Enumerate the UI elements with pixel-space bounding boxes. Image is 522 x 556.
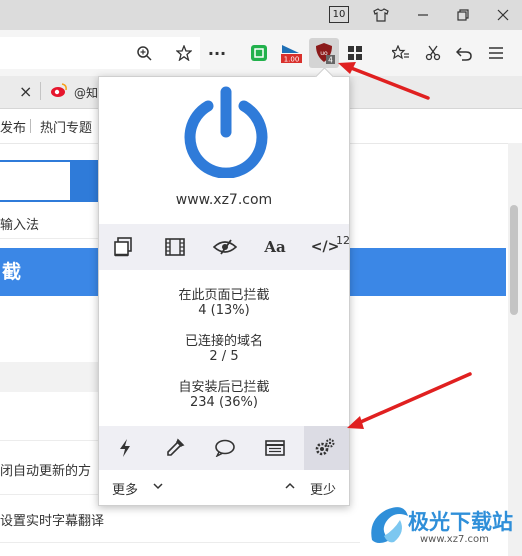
svg-text:4: 4 — [328, 56, 333, 65]
blocked-on-page-label: 在此页面已拦截 — [178, 288, 270, 303]
green-book-icon[interactable] — [246, 40, 272, 66]
page-text-line[interactable]: 设置实时字幕翻译 — [0, 510, 104, 529]
eye-slash-icon[interactable] — [212, 234, 238, 260]
star-icon[interactable] — [171, 40, 197, 66]
power-switch-icon[interactable] — [180, 86, 272, 178]
ublock-icon[interactable]: uo 4 — [309, 38, 339, 68]
restore-icon[interactable] — [452, 0, 474, 30]
chevron-down-icon[interactable] — [152, 480, 164, 495]
watermark: 极光下载站 www.xz7.com — [360, 498, 520, 554]
divider — [0, 542, 360, 543]
code-icon[interactable]: </> — [311, 234, 340, 260]
bookmark-divider — [30, 119, 31, 133]
tab-close-button[interactable]: × — [19, 82, 32, 101]
element-zapper-icon[interactable] — [110, 234, 136, 260]
less-button[interactable]: 更少 — [310, 479, 336, 498]
more-icon[interactable]: ··· — [204, 40, 230, 66]
zoom-icon[interactable] — [131, 40, 157, 66]
divider — [0, 440, 98, 441]
settings-gears-icon[interactable] — [312, 436, 338, 460]
blocked-since-install-label: 自安装后已拦截 — [178, 380, 270, 395]
undo-icon[interactable] — [451, 40, 477, 66]
media-filmstrip-icon[interactable] — [162, 234, 188, 260]
tab-divider — [40, 82, 41, 100]
close-icon[interactable] — [492, 0, 514, 30]
watermark-url: www.xz7.com — [420, 534, 489, 545]
page-text-line: 输入法 — [0, 218, 40, 233]
tab-label[interactable]: @知 — [74, 84, 98, 101]
blocked-on-page-value: 4 (13%) — [198, 303, 250, 318]
lightning-icon[interactable] — [112, 436, 138, 460]
watermark-brand: 极光下载站 — [408, 510, 513, 534]
address-bar[interactable] — [0, 37, 200, 69]
title-bar: 10 — [0, 0, 522, 30]
apps-grid-icon[interactable] — [342, 40, 368, 66]
scrollbar-thumb[interactable] — [510, 205, 518, 315]
domains-connected-label: 已连接的域名 — [184, 334, 263, 349]
bookmark-item[interactable]: 热门专题 — [40, 117, 92, 136]
bookmark-item[interactable]: 发布 — [0, 117, 26, 136]
page-blue-banner[interactable]: 截 — [0, 248, 98, 296]
page-search-input[interactable] — [0, 160, 72, 202]
scissors-icon[interactable] — [420, 40, 446, 66]
weibo-icon — [50, 82, 68, 102]
speed-badge-icon[interactable]: 1.00 — [278, 40, 304, 66]
more-button[interactable]: 更多 — [112, 479, 138, 498]
annotation-arrow-bottom — [347, 372, 472, 429]
page-blue-banner-right — [350, 248, 506, 296]
speech-bubble-icon[interactable] — [212, 436, 238, 460]
list-icon[interactable] — [262, 436, 288, 460]
chevron-up-icon[interactable] — [284, 480, 296, 495]
script-count: 12 — [336, 234, 350, 247]
blocked-since-install-value: 234 (36%) — [190, 395, 258, 410]
eyedropper-icon[interactable] — [162, 436, 188, 460]
font-icon[interactable]: Aa — [262, 234, 288, 260]
page-gray-row — [0, 362, 98, 392]
divider — [0, 238, 98, 239]
domains-connected-value: 2 / 5 — [209, 349, 239, 364]
minimize-icon[interactable] — [412, 0, 434, 30]
shirt-icon[interactable] — [370, 0, 392, 30]
page-text-line[interactable]: 闭自动更新的方 — [0, 460, 98, 479]
divider — [0, 494, 98, 495]
favorites-icon[interactable] — [388, 40, 414, 66]
menu-icon[interactable] — [483, 40, 509, 66]
tab-count-badge[interactable]: 10 — [329, 6, 349, 23]
site-domain: www.xz7.com — [175, 192, 273, 208]
svg-text:1.00: 1.00 — [284, 56, 300, 64]
watermark-logo-icon — [371, 507, 408, 543]
